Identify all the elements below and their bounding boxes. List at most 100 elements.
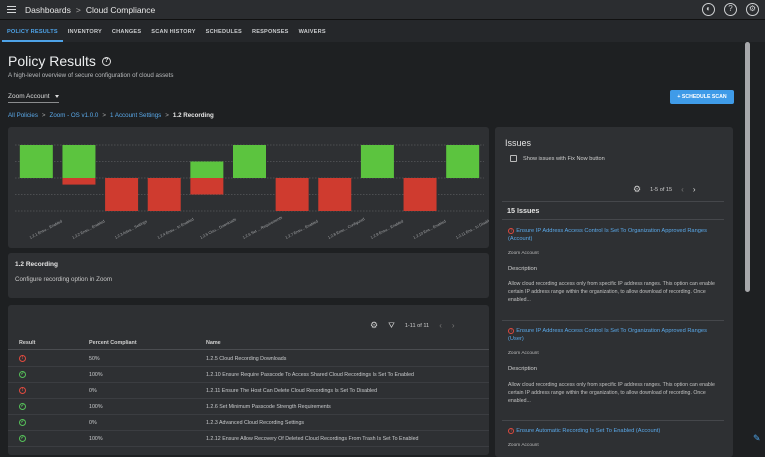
schedule-scan-button[interactable]: + SCHEDULE SCAN [670,90,734,104]
filter-icon[interactable]: ⛛ [388,321,395,331]
gear-icon[interactable]: ⚙ [746,3,759,16]
column-header-name[interactable]: Name [206,340,221,346]
issue-description-label: Description [508,266,537,272]
prev-page-icon[interactable]: ‹ [681,185,684,194]
fail-bar[interactable] [403,178,437,211]
x-tick-label: 1.2.5 Clou... Downloads [199,217,237,240]
fail-bar[interactable] [190,178,224,195]
pass-bar[interactable] [446,145,480,178]
x-tick-label: 1.2.1 Ensu... Enabled [29,219,63,240]
percent-cell: 0% [89,388,97,394]
feedback-icon[interactable]: ✎ [753,433,764,444]
issues-pagination: 1-5 of 15 [650,186,673,193]
percent-cell: 50% [89,356,100,362]
table-row[interactable]: ✓ 100% 1.2.10 Ensure Require Passcode To A… [8,367,489,383]
tab-schedules[interactable]: SCHEDULES [201,29,247,42]
issue-link[interactable]: ! Ensure IP Address Access Control Is Set… [508,227,718,244]
alert-icon: ! [508,328,515,335]
pass-status-icon: ✓ [19,371,26,378]
divider [502,201,724,202]
pass-status-icon: ✓ [19,435,26,442]
table-row[interactable]: ✓ 100% 1.2.6 Set Minimum Passcode Strength… [8,399,489,415]
tab-policy-results[interactable]: POLICY RESULTS [2,29,63,42]
pass-bar[interactable] [19,145,53,178]
gear-icon[interactable]: ⚙ [633,184,641,195]
account-select-value: Zoom Account [8,93,50,100]
issues-toolbar: ⚙ 1-5 of 15 ‹ › [633,184,696,195]
issue-description: Allow cloud recording access only from s… [508,382,715,405]
x-tick-label: 1.2.2 Ensu... Enabled [72,219,106,240]
help-icon[interactable]: ? [724,3,737,16]
issues-title: Issues [505,138,532,148]
issues-panel: Issues Show issues with Fix Now button ⚙… [495,127,733,457]
crumb-dashboards[interactable]: Dashboards [25,5,71,15]
page-title-text: Policy Results [8,53,96,69]
fail-bar[interactable] [105,178,139,211]
crumb-cloud-compliance: Cloud Compliance [85,4,156,15]
table-row[interactable]: ✓ 100% 1.2.12 Ensure Allow Recovery Of Del… [8,431,489,447]
prev-page-icon[interactable]: ‹ [439,321,442,330]
tab-changes[interactable]: CHANGES [107,29,146,42]
top-bar: Dashboards > Cloud Compliance ◐ ? ⚙ [0,0,765,20]
issue-description-label: Description [508,366,537,372]
fail-bar[interactable] [318,178,352,211]
name-cell: 1.2.6 Set Minimum Passcode Strength Requ… [206,404,331,410]
pass-bar[interactable] [233,145,266,178]
divider [502,219,724,220]
info-icon[interactable]: ? [101,56,111,66]
breadcrumb-all-policies[interactable]: All Policies [8,112,38,119]
name-cell: 1.2.10 Ensure Require Passcode To Access… [206,372,414,378]
top-icons: ◐ ? ⚙ [702,3,759,16]
hamburger-menu-icon[interactable] [7,5,16,14]
x-tick-label: 1.2.3 Adva... Settings [114,219,148,239]
theme-toggle-icon[interactable]: ◐ [702,3,715,16]
breadcrumb-separator: > [102,112,107,119]
breadcrumb-separator: > [165,112,169,119]
next-page-icon[interactable]: › [452,321,455,330]
table-row[interactable]: ! 0% 1.2.11 Ensure The Host Can Delete Clo… [8,383,489,399]
top-breadcrumb: Dashboards > Cloud Compliance [25,5,155,15]
fix-now-filter: Show issues with Fix Now button [510,155,605,162]
issue-account: Zoom Account [508,351,539,356]
percent-cell: 100% [89,372,103,378]
x-tick-label: 1.2.6 Set ... Requirements [242,216,283,240]
x-tick-label: 1.2.7 Ensu... Enabled [285,219,319,240]
fail-bar[interactable] [62,178,96,185]
breadcrumb: All Policies > Zoom - OS v1.0.0 > 1 Acco… [8,112,214,119]
name-cell: 1.2.5 Cloud Recording Downloads [206,356,287,362]
name-cell: 1.2.3 Advanced Cloud Recording Settings [206,420,305,426]
tab-scan-history[interactable]: SCAN HISTORY [146,29,200,42]
name-cell: 1.2.12 Ensure Allow Recovery Of Deleted … [206,436,419,442]
pass-bar[interactable] [190,161,224,179]
issue-link[interactable]: ! Ensure IP Address Access Control Is Set… [508,327,718,344]
crumb-separator: > [75,4,81,15]
fail-bar[interactable] [275,178,309,211]
table-row[interactable]: ✓ 0% 1.2.3 Advanced Cloud Recording Settin… [8,415,489,431]
pass-bar[interactable] [360,145,394,178]
fail-status-icon: ! [19,387,26,394]
chevron-down-icon [54,95,59,98]
fix-now-checkbox[interactable] [510,155,517,162]
table-pagination: 1-11 of 11 [404,322,430,329]
breadcrumb-current: 1.2 Recording [172,112,214,119]
page-title: Policy Results ? [8,53,111,69]
issue-account: Zoom Account [508,443,539,448]
pass-bar[interactable] [62,145,96,178]
account-select[interactable]: Zoom Account [8,93,59,103]
page-scrollbar[interactable] [745,42,750,292]
table-row[interactable]: ! 50% 1.2.5 Cloud Recording Downloads [8,351,489,367]
tab-waivers[interactable]: WAIVERS [294,29,331,42]
tab-responses[interactable]: RESPONSES [247,29,294,42]
column-header-percent[interactable]: Percent Compliant [89,340,137,346]
column-header-result[interactable]: Result [19,340,35,346]
breadcrumb-zoom-os[interactable]: Zoom - OS v1.0.0 [50,112,99,119]
x-tick-label: 1.2.8 Ensu... Configured [327,217,365,240]
fail-bar[interactable] [147,178,181,211]
breadcrumb-account-settings[interactable]: 1 Account Settings [110,112,161,119]
next-page-icon[interactable]: › [693,185,696,194]
tab-inventory[interactable]: INVENTORY [63,29,107,42]
divider [502,320,724,321]
table-toolbar: ⚙ ⛛ 1-11 of 11 ‹ › [370,320,455,331]
issue-link[interactable]: ! Ensure Automatic Recording Is Set To En… [508,427,718,435]
gear-icon[interactable]: ⚙ [370,320,378,331]
